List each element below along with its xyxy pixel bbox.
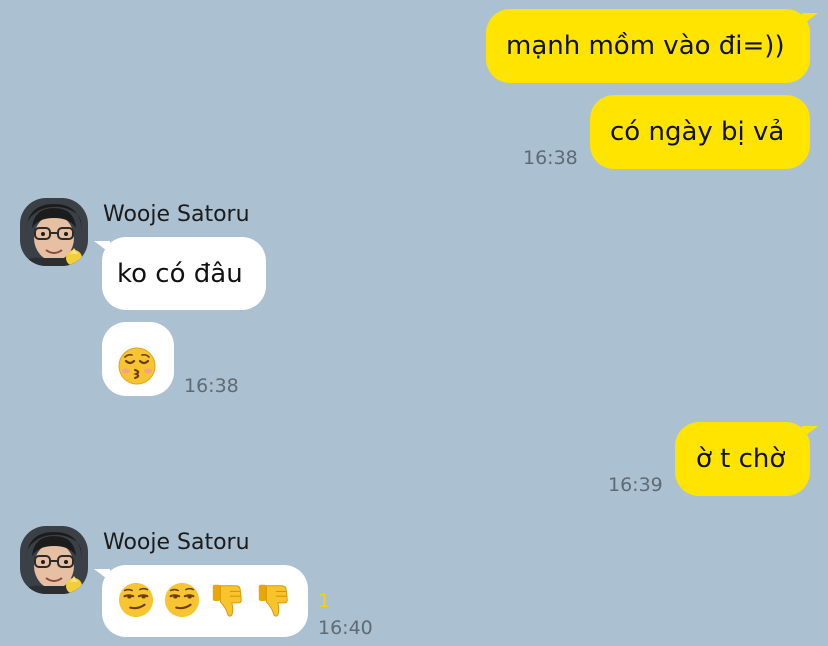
- message-bubble-sent[interactable]: mạnh mồm vào đi=)): [486, 9, 810, 83]
- smirk-icon: [163, 581, 201, 619]
- bubble-tail: [94, 569, 110, 581]
- unread-count: 1: [318, 590, 331, 612]
- avatar[interactable]: [20, 526, 88, 594]
- bubble-tail: [802, 426, 818, 438]
- message-text: ko có đâu: [117, 259, 243, 289]
- message-bubble-sent[interactable]: ờ t chờ: [675, 422, 810, 496]
- smirk-icon: [117, 581, 155, 619]
- thumbs-down-icon: [255, 581, 293, 619]
- bubble-tail: [802, 13, 818, 25]
- message-text: có ngày bị vả: [610, 117, 785, 147]
- message-timestamp: 16:38: [523, 147, 578, 169]
- sender-name: Wooje Satoru: [103, 202, 250, 227]
- message-text: mạnh mồm vào đi=)): [506, 31, 785, 61]
- message-timestamp: 16:39: [608, 474, 663, 496]
- chat-area[interactable]: mạnh mồm vào đi=)) có ngày bị vả 16:38 W…: [0, 0, 828, 646]
- message-bubble-received[interactable]: [102, 322, 174, 396]
- avatar[interactable]: [20, 198, 88, 266]
- message-text: ờ t chờ: [696, 444, 786, 474]
- message-bubble-received[interactable]: ko có đâu: [102, 237, 266, 310]
- emoji-row: [117, 581, 293, 619]
- message-bubble-received[interactable]: [102, 565, 308, 637]
- message-timestamp: 16:40: [318, 617, 373, 639]
- kissing-face-closed-eyes-icon: [117, 341, 157, 415]
- sender-name: Wooje Satoru: [103, 530, 250, 555]
- thumbs-down-icon: [209, 581, 247, 619]
- message-timestamp: 16:38: [184, 375, 239, 397]
- message-bubble-sent[interactable]: có ngày bị vả: [590, 95, 810, 169]
- bubble-tail: [94, 241, 110, 253]
